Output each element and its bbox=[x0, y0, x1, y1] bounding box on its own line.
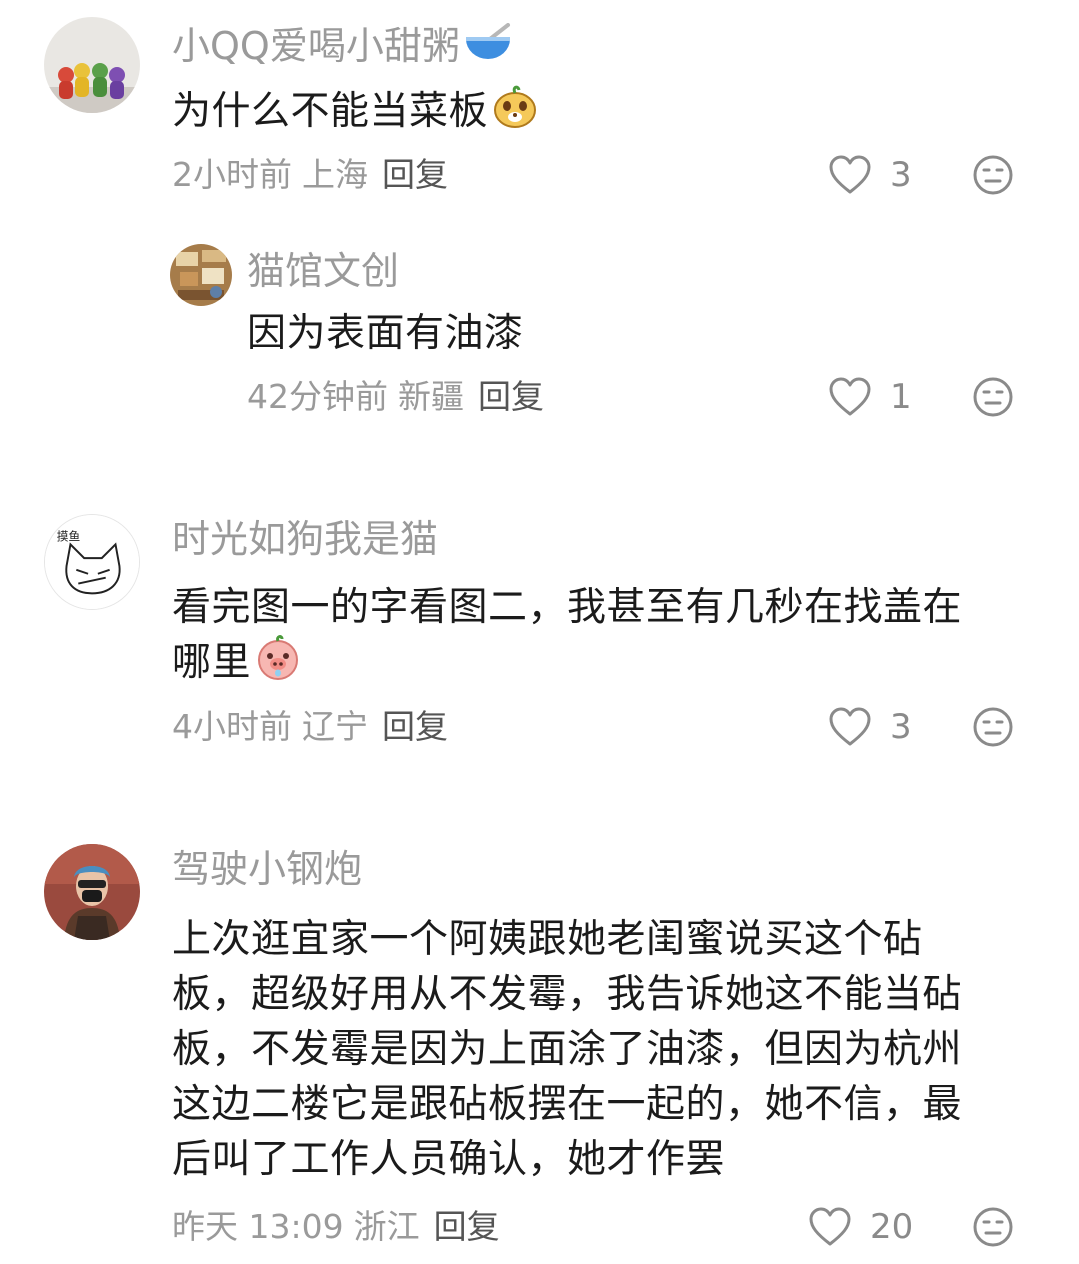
like-button[interactable]: 3 bbox=[828, 704, 912, 750]
comment-meta: 2小时前 上海 回复 bbox=[172, 158, 448, 191]
dislike-icon[interactable] bbox=[972, 376, 1014, 418]
smile-dog-icon bbox=[492, 84, 538, 145]
heart-icon bbox=[829, 155, 871, 194]
comment-location: 上海 bbox=[302, 155, 368, 194]
like-count: 3 bbox=[890, 155, 912, 195]
comment-item: 驾驶小钢炮 上次逛宜家一个阿姨跟她老闺蜜说买这个砧 板，超级好用从不发霉，我告诉… bbox=[0, 830, 1079, 1264]
avatar[interactable] bbox=[44, 17, 140, 113]
reply-button[interactable]: 回复 bbox=[382, 155, 448, 194]
comment-username[interactable]: 时光如狗我是猫 bbox=[172, 520, 438, 558]
like-count: 20 bbox=[870, 1207, 914, 1247]
comment-time: 昨天 13:09 bbox=[172, 1207, 344, 1246]
reply-location: 新疆 bbox=[398, 377, 464, 416]
heart-icon bbox=[829, 707, 871, 746]
like-count: 1 bbox=[890, 377, 912, 417]
reply-username[interactable]: 猫馆文创 bbox=[247, 252, 399, 290]
comment-username[interactable]: 驾驶小钢炮 bbox=[172, 850, 362, 888]
avatar[interactable] bbox=[44, 844, 140, 940]
reply-button[interactable]: 回复 bbox=[382, 707, 448, 746]
reply-time: 42分钟前 bbox=[247, 377, 388, 416]
avatar[interactable] bbox=[170, 244, 232, 306]
reply-item: 猫馆文创 因为表面有油漆 42分钟前 新疆 回复 1 bbox=[0, 220, 1079, 450]
dislike-icon[interactable] bbox=[972, 1206, 1014, 1248]
bowl-icon bbox=[464, 23, 512, 69]
comment-time: 4小时前 bbox=[172, 707, 292, 746]
heart-icon bbox=[809, 1207, 851, 1246]
dislike-icon[interactable] bbox=[972, 154, 1014, 196]
comment-item: 摸鱼 时光如狗我是猫 看完图一的字看图二，我甚至有几秒在找盖在 哪里 4小时前辽… bbox=[0, 500, 1079, 800]
comment-text: 为什么不能当菜板 bbox=[172, 84, 538, 145]
like-button[interactable]: 3 bbox=[828, 152, 912, 198]
comment-meta: 昨天 13:09 浙江 回复 bbox=[172, 1210, 500, 1243]
like-button[interactable]: 1 bbox=[828, 374, 912, 420]
svg-text:摸鱼: 摸鱼 bbox=[57, 529, 81, 543]
dislike-icon[interactable] bbox=[972, 706, 1014, 748]
comment-text: 看完图一的字看图二，我甚至有几秒在找盖在 哪里 bbox=[172, 580, 962, 696]
comment-location: 辽宁 bbox=[302, 707, 368, 746]
reply-button[interactable]: 回复 bbox=[434, 1207, 500, 1246]
heart-icon bbox=[829, 377, 871, 416]
pig-icon bbox=[255, 635, 301, 696]
comment-username[interactable]: 小QQ爱喝小甜粥 bbox=[172, 23, 512, 69]
reply-button[interactable]: 回复 bbox=[478, 377, 544, 416]
reply-text: 因为表面有油漆 bbox=[247, 311, 524, 356]
comment-time: 2小时前 bbox=[172, 155, 292, 194]
comment-text: 上次逛宜家一个阿姨跟她老闺蜜说买这个砧 板，超级好用从不发霉，我告诉她这不能当砧… bbox=[172, 917, 963, 1182]
like-count: 3 bbox=[890, 707, 912, 747]
reply-meta: 42分钟前 新疆 回复 bbox=[247, 380, 544, 413]
like-button[interactable]: 20 bbox=[808, 1204, 913, 1250]
comment-meta: 4小时前 辽宁 回复 bbox=[172, 710, 448, 743]
comment-item: 小QQ爱喝小甜粥 为什么不能当菜板 2小时前 上海 回复 3 bbox=[0, 0, 1079, 220]
comment-location: 浙江 bbox=[353, 1207, 420, 1246]
avatar[interactable]: 摸鱼 bbox=[44, 514, 140, 610]
